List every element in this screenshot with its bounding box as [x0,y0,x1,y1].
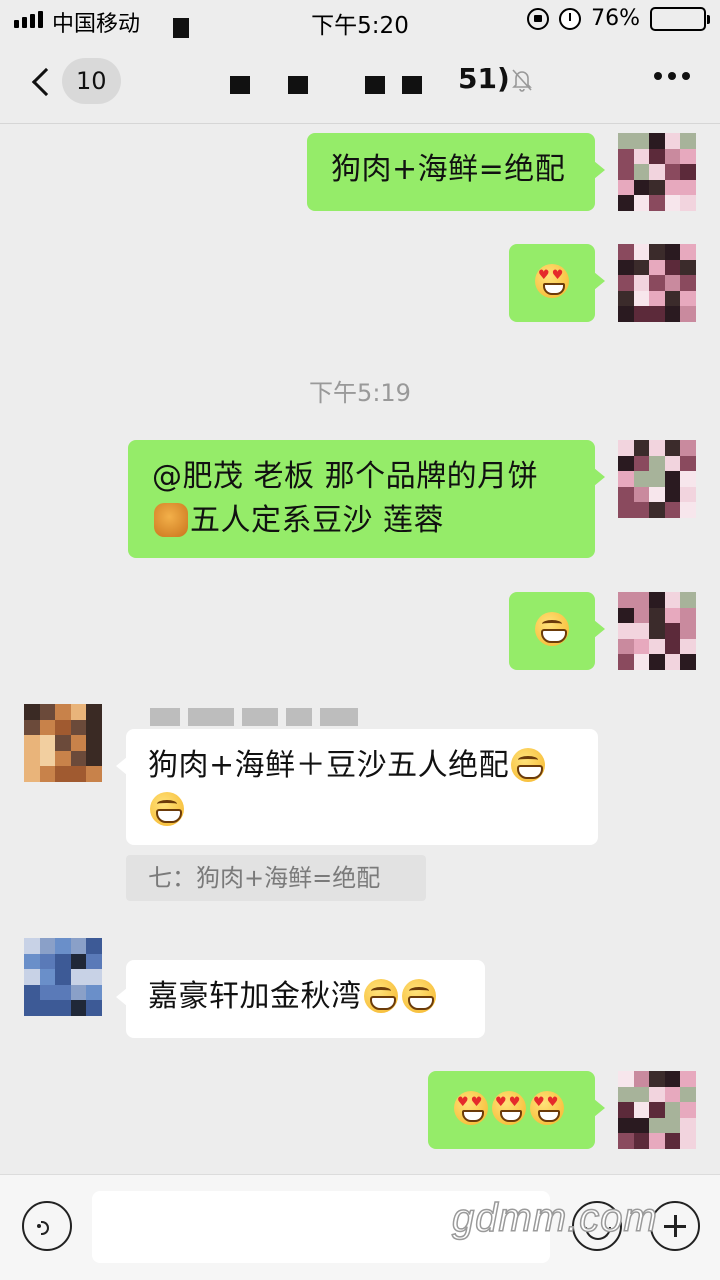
my-avatar[interactable] [618,1071,696,1149]
outgoing-message[interactable]: 狗肉+海鲜=绝配 [307,133,605,211]
watermark: gdmm.com [451,1195,658,1241]
more-options-button[interactable] [654,72,690,80]
heart-eyes-emoji-icon [454,1091,488,1125]
chat-nav-bar: 10 51) [0,40,720,124]
timestamp-divider: 下午5:19 [309,379,411,407]
back-button[interactable]: 10 [26,58,126,106]
my-avatar[interactable] [618,244,696,322]
grin-emoji-icon [401,979,436,1013]
chevron-left-icon [31,67,61,97]
my-avatar[interactable] [618,133,696,211]
battery-icon [650,6,710,31]
contact-avatar[interactable] [24,704,102,782]
alarm-icon [559,7,582,30]
mooncake-emoji-icon [154,503,188,537]
outgoing-message[interactable]: @肥茂 老板 那个品牌的月饼 五人定系豆沙 莲蓉 [128,440,605,558]
message-text: 狗肉+海鲜=绝配 [331,152,566,187]
grin-emoji-icon [535,612,569,646]
title-censor-block [365,76,385,94]
outgoing-message[interactable] [428,1071,605,1149]
message-text: 嘉豪轩加金秋湾 [148,979,362,1014]
message-text: 狗肉+海鲜＋豆沙五人绝配 [148,748,510,783]
rotation-lock-icon [527,7,550,30]
title-censor-block [288,76,308,94]
unread-count-badge: 10 [62,58,121,104]
heart-eyes-emoji-icon [492,1091,526,1125]
voice-input-button[interactable] [22,1201,72,1251]
outgoing-message[interactable] [509,244,605,322]
heart-eyes-emoji-icon [535,264,569,298]
grin-emoji-icon [363,979,398,1013]
chat-title: 51) [458,62,510,95]
contact-avatar[interactable] [24,938,102,1016]
grin-emoji-icon [150,792,184,826]
incoming-message[interactable]: 嘉豪轩加金秋湾 [116,960,485,1038]
battery-percent: 76% [591,6,640,31]
heart-eyes-emoji-icon [530,1091,564,1125]
title-censor-block [230,76,250,94]
title-censor-block [402,76,422,94]
mute-bell-icon [512,69,532,92]
sender-name [150,708,358,726]
grin-emoji-icon [511,748,546,782]
status-bar: 中国移动 下午5:20 76% [0,0,720,40]
my-avatar[interactable] [618,592,696,670]
message-text: 五人定系豆沙 莲蓉 [190,503,445,538]
my-avatar[interactable] [618,440,696,518]
outgoing-message[interactable] [509,592,605,670]
incoming-message[interactable]: 狗肉+海鲜＋豆沙五人绝配 [116,729,598,845]
quoted-message[interactable]: 七：狗肉+海鲜=绝配 [126,855,426,901]
message-text: @肥茂 老板 那个品牌的月饼 [152,459,539,494]
